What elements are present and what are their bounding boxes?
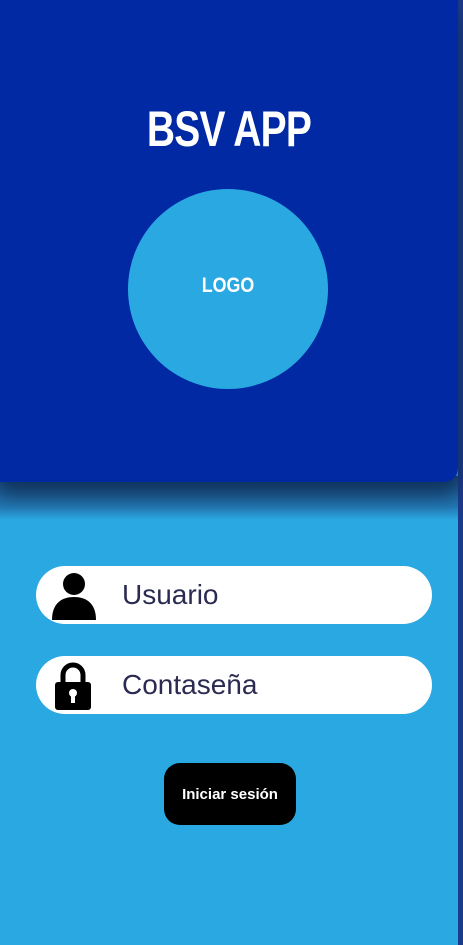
logo-text: LOGO: [201, 274, 255, 297]
password-label: Contaseña: [122, 669, 258, 700]
header-shadow: [0, 476, 458, 520]
user-icon: [52, 573, 96, 620]
username-label: Usuario: [122, 579, 219, 610]
right-edge-strip: [458, 0, 463, 945]
password-field[interactable]: Contaseña: [36, 656, 432, 714]
login-button[interactable]: Iniciar sesión: [164, 763, 296, 825]
logo-placeholder: LOGO: [128, 189, 328, 389]
username-field[interactable]: Usuario: [36, 566, 432, 624]
header-panel: BSV APP LOGO: [0, 0, 458, 482]
app-title: BSV APP: [146, 101, 312, 157]
lock-icon: [55, 662, 91, 710]
login-screen: BSV APP LOGO Usuario Contaseña Iniciar s…: [0, 0, 463, 945]
